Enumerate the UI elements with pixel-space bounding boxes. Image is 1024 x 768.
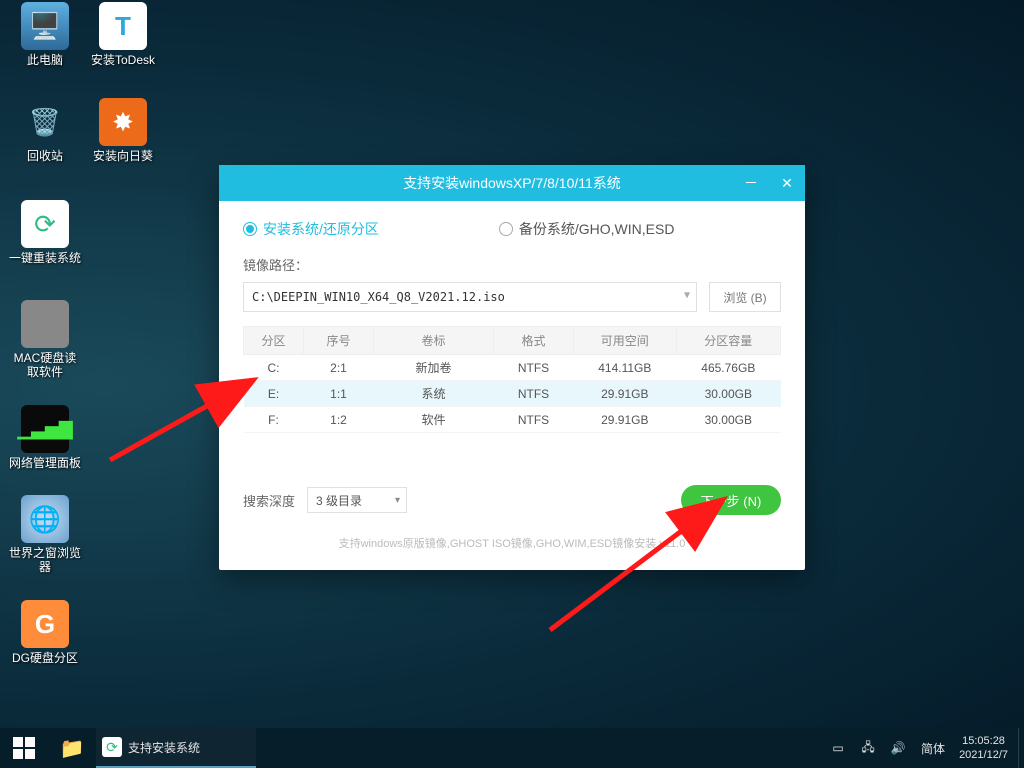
- tray-action-center-icon[interactable]: ▭: [823, 728, 853, 768]
- table-cell: F:: [244, 407, 304, 433]
- col-free: 可用空间: [574, 327, 677, 355]
- desktop-icon-label: 世界之窗浏览器: [8, 546, 82, 574]
- col-label: 卷标: [374, 327, 494, 355]
- radio-install-restore[interactable]: 安装系统/还原分区: [243, 219, 379, 239]
- titlebar[interactable]: 支持安装windowsXP/7/8/10/11系统 － ✕: [219, 165, 805, 201]
- table-cell: 29.91GB: [574, 381, 677, 407]
- col-drive: 分区: [244, 327, 304, 355]
- folder-icon: 📁: [60, 736, 85, 761]
- select-value: 3 级目录: [316, 492, 362, 509]
- table-cell: 465.76GB: [676, 355, 780, 381]
- globe-icon: 🌐: [21, 495, 69, 543]
- radio-label: 备份系统/GHO,WIN,ESD: [519, 219, 675, 239]
- sunflower-icon: ✸: [99, 98, 147, 146]
- table-cell: 2:1: [304, 355, 374, 381]
- partition-table: 分区 序号 卷标 格式 可用空间 分区容量 C:2:1新加卷NTFS414.11…: [243, 326, 781, 433]
- search-depth-select[interactable]: 3 级目录 ▾: [307, 487, 407, 513]
- table-cell: 系统: [374, 381, 494, 407]
- tray-clock[interactable]: 15:05:28 2021/12/7: [953, 734, 1018, 762]
- tray-network-icon[interactable]: 🖧: [853, 728, 883, 768]
- table-cell: C:: [244, 355, 304, 381]
- table-cell: 414.11GB: [574, 355, 677, 381]
- desktop-icon-onekey[interactable]: ⟳ 一键重装系统: [8, 200, 82, 265]
- system-tray: ▭ 🖧 🔊 简体 15:05:28 2021/12/7: [823, 728, 1024, 768]
- table-cell: 1:2: [304, 407, 374, 433]
- desktop-icon-label: 安装ToDesk: [86, 53, 160, 67]
- show-desktop-button[interactable]: [1018, 728, 1024, 768]
- windows-logo-icon: [13, 737, 35, 759]
- desktop-icon-mac[interactable]: MAC硬盘读取软件: [8, 300, 82, 379]
- table-cell: 1:1: [304, 381, 374, 407]
- table-row[interactable]: F:1:2软件NTFS29.91GB30.00GB: [244, 407, 781, 433]
- computer-icon: 🖥️: [21, 2, 69, 50]
- window-title: 支持安装windowsXP/7/8/10/11系统: [403, 173, 621, 193]
- next-button[interactable]: 下一步 (N): [681, 485, 781, 515]
- table-cell: NTFS: [494, 381, 574, 407]
- browse-button[interactable]: 浏览 (B): [709, 282, 781, 312]
- table-row[interactable]: C:2:1新加卷NTFS414.11GB465.76GB: [244, 355, 781, 381]
- desktop: 🖥️ 此电脑 T 安装ToDesk 🗑️ 回收站 ✸ 安装向日葵 ⟳ 一键重装系…: [0, 0, 1024, 728]
- table-cell: 新加卷: [374, 355, 494, 381]
- onekey-icon: ⟳: [21, 200, 69, 248]
- tray-volume-icon[interactable]: 🔊: [883, 728, 913, 768]
- close-button[interactable]: ✕: [769, 165, 805, 201]
- installer-window: 支持安装windowsXP/7/8/10/11系统 － ✕ 安装系统/还原分区 …: [219, 165, 805, 570]
- table-cell: NTFS: [494, 355, 574, 381]
- image-path-value: C:\DEEPIN_WIN10_X64_Q8_V2021.12.iso: [252, 290, 505, 304]
- start-button[interactable]: [0, 728, 48, 768]
- desktop-icon-recycle[interactable]: 🗑️ 回收站: [8, 98, 82, 163]
- col-fs: 格式: [494, 327, 574, 355]
- desktop-icon-label: DG硬盘分区: [8, 651, 82, 665]
- desktop-icon-label: 网络管理面板: [8, 456, 82, 470]
- desktop-icon-label: 一键重装系统: [8, 251, 82, 265]
- footnote: 支持windows原版镜像,GHOST ISO镜像,GHO,WIM,ESD镜像安…: [243, 535, 781, 551]
- desktop-icon-sunflower[interactable]: ✸ 安装向日葵: [86, 98, 160, 163]
- desktop-icon-dg[interactable]: G DG硬盘分区: [8, 600, 82, 665]
- apple-icon: [21, 300, 69, 348]
- table-cell: 30.00GB: [676, 381, 780, 407]
- desktop-icon-this-pc[interactable]: 🖥️ 此电脑: [8, 2, 82, 67]
- table-cell: NTFS: [494, 407, 574, 433]
- table-cell: E:: [244, 381, 304, 407]
- recycle-icon: 🗑️: [21, 98, 69, 146]
- chevron-down-icon: ▼: [684, 290, 690, 301]
- desktop-icon-browser[interactable]: 🌐 世界之窗浏览器: [8, 495, 82, 574]
- chevron-down-icon: ▾: [395, 495, 400, 506]
- table-cell: 软件: [374, 407, 494, 433]
- todesk-icon: T: [99, 2, 147, 50]
- desktop-icon-todesk[interactable]: T 安装ToDesk: [86, 2, 160, 67]
- radio-backup[interactable]: 备份系统/GHO,WIN,ESD: [499, 219, 675, 239]
- radio-dot-icon: [499, 222, 513, 236]
- radio-dot-icon: [243, 222, 257, 236]
- tray-date: 2021/12/7: [959, 748, 1008, 762]
- desktop-icon-label: MAC硬盘读取软件: [8, 351, 82, 379]
- tray-ime[interactable]: 简体: [913, 740, 953, 757]
- installer-icon: ⟳: [102, 737, 122, 757]
- table-cell: 30.00GB: [676, 407, 780, 433]
- col-total: 分区容量: [676, 327, 780, 355]
- search-depth-label: 搜索深度: [243, 491, 295, 510]
- image-path-label: 镜像路径：: [243, 255, 781, 274]
- desktop-icon-label: 安装向日葵: [86, 149, 160, 163]
- taskbar-pinned-explorer[interactable]: 📁: [48, 728, 96, 768]
- taskbar-task-installer[interactable]: ⟳ 支持安装系统: [96, 728, 256, 768]
- desktop-icon-label: 此电脑: [8, 53, 82, 67]
- table-row[interactable]: E:1:1系统NTFS29.91GB30.00GB: [244, 381, 781, 407]
- radio-label: 安装系统/还原分区: [263, 219, 379, 239]
- taskbar: 📁 ⟳ 支持安装系统 ▭ 🖧 🔊 简体 15:05:28 2021/12/7: [0, 728, 1024, 768]
- table-cell: 29.91GB: [574, 407, 677, 433]
- col-index: 序号: [304, 327, 374, 355]
- desktop-icon-netmgr[interactable]: ▁▃▅▇ 网络管理面板: [8, 405, 82, 470]
- image-path-combo[interactable]: C:\DEEPIN_WIN10_X64_Q8_V2021.12.iso ▼: [243, 282, 697, 312]
- minimize-button[interactable]: －: [733, 165, 769, 201]
- desktop-icon-label: 回收站: [8, 149, 82, 163]
- taskbar-task-label: 支持安装系统: [128, 739, 200, 756]
- dg-icon: G: [21, 600, 69, 648]
- chart-icon: ▁▃▅▇: [21, 405, 69, 453]
- tray-time: 15:05:28: [959, 734, 1008, 748]
